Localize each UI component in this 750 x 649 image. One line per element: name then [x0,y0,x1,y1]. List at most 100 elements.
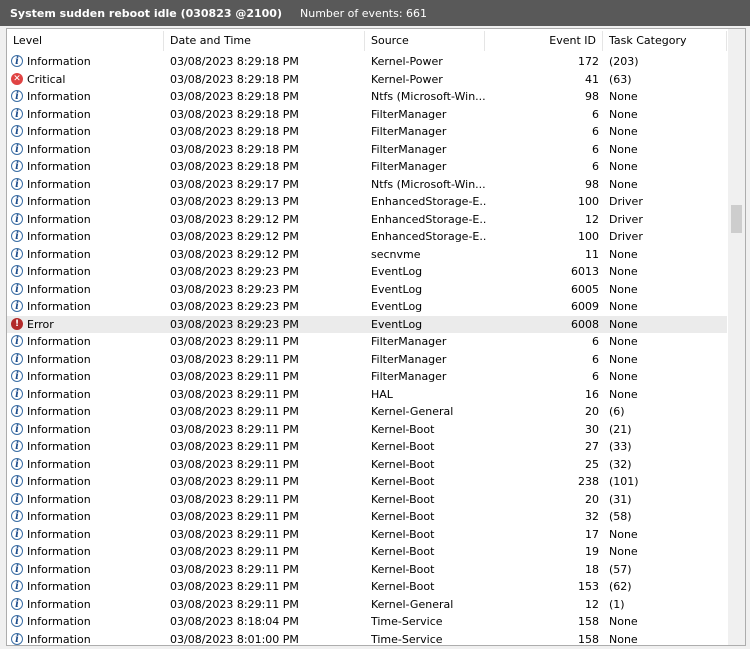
column-header-date[interactable]: Date and Time [164,31,365,51]
information-icon: i [11,580,23,592]
table-row[interactable]: i Information 03/08/2023 8:29:18 PM FilterM… [7,141,727,159]
cell-level: i Information [11,228,161,246]
table-row[interactable]: i Information 03/08/2023 8:29:11 PM Kernel-… [7,456,727,474]
information-icon: i [11,632,23,645]
cell-event-id: 100 [578,230,599,243]
information-icon: i [11,545,23,557]
table-row[interactable]: i Information 03/08/2023 8:29:11 PM Kernel-… [7,491,727,509]
information-icon: i [11,405,23,417]
vertical-scrollbar[interactable] [728,29,745,645]
table-row[interactable]: i Information 03/08/2023 8:29:17 PM Ntfs (M… [7,176,727,194]
column-header-level[interactable]: Level [7,31,164,51]
information-icon: i [11,300,23,312]
cell-level: i Information [11,176,161,194]
table-row[interactable]: i Information 03/08/2023 8:29:11 PM Kernel-… [7,403,727,421]
cell-task-category: None [609,527,638,541]
table-row[interactable]: i Information 03/08/2023 8:01:00 PM Time-Se… [7,631,727,645]
cell-task-category: (62) [609,580,632,593]
cell-date-time: 03/08/2023 8:29:11 PM [170,370,299,383]
cell-event-id: 11 [585,247,599,261]
table-row[interactable]: i Information 03/08/2023 8:29:11 PM FilterM… [7,333,727,351]
scrollbar-thumb[interactable] [731,205,742,233]
level-text: Information [27,422,91,436]
cell-source: FilterManager [371,335,447,348]
table-row[interactable]: i Information 03/08/2023 8:29:23 PM EventLo… [7,281,727,299]
table-row[interactable]: i Information 03/08/2023 8:29:11 PM Kernel-… [7,508,727,526]
table-row[interactable]: i Information 03/08/2023 8:29:18 PM FilterM… [7,158,727,176]
cell-event-id: 25 [585,457,599,471]
level-text: Information [27,142,91,156]
cell-level: i Information [11,123,161,141]
cell-date-time: 03/08/2023 8:18:04 PM [170,615,299,628]
level-text: Information [27,195,91,208]
cell-level: i Information [11,263,161,281]
cell-source: EnhancedStorage-E... [371,195,486,208]
cell-date-time: 03/08/2023 8:29:11 PM [170,457,299,471]
information-icon: i [11,422,23,435]
table-row[interactable]: i Information 03/08/2023 8:29:18 PM Kernel-… [7,53,727,71]
table-row[interactable]: i Information 03/08/2023 8:29:18 PM Ntfs (M… [7,88,727,106]
table-row[interactable]: i Information 03/08/2023 8:29:23 PM EventLo… [7,263,727,281]
cell-date-time: 03/08/2023 8:29:11 PM [170,562,299,576]
cell-event-id: 12 [585,597,599,611]
cell-task-category: None [609,265,638,278]
table-row[interactable]: i Information 03/08/2023 8:29:11 PM FilterM… [7,368,727,386]
table-row[interactable]: i Information 03/08/2023 8:29:11 PM Kernel-… [7,578,727,596]
information-icon: i [11,370,23,382]
table-row[interactable]: i Information 03/08/2023 8:29:11 PM Kernel-… [7,596,727,614]
column-header-source[interactable]: Source [365,31,485,51]
cell-source: Kernel-Boot [371,475,435,488]
table-row[interactable]: i Information 03/08/2023 8:29:12 PM secnvme… [7,246,727,264]
level-text: Information [27,475,91,488]
level-text: Information [27,300,91,313]
information-icon: i [11,615,23,627]
cell-level: i Information [11,596,161,614]
table-row[interactable]: i Information 03/08/2023 8:29:13 PM Enhance… [7,193,727,211]
level-text: Information [27,527,91,541]
level-text: Information [27,160,91,173]
table-row[interactable]: ✕ Critical 03/08/2023 8:29:18 PM Kernel-Pow… [7,71,727,89]
information-icon: i [11,597,23,610]
table-row[interactable]: ! Error 03/08/2023 8:29:23 PM EventLog 6008 N… [7,315,727,333]
table-row[interactable]: i Information 03/08/2023 8:29:11 PM Kernel-… [7,561,727,579]
table-row[interactable]: i Information 03/08/2023 8:29:23 PM EventLo… [7,298,727,316]
cell-task-category: (57) [609,562,632,576]
cell-level: i Information [11,281,161,299]
table-row[interactable]: i Information 03/08/2023 8:29:18 PM FilterM… [7,123,727,141]
table-row[interactable]: i Information 03/08/2023 8:18:04 PM Time-Se… [7,613,727,631]
information-icon: i [11,475,23,487]
cell-task-category: (32) [609,457,632,471]
level-text: Information [27,55,91,68]
cell-source: EventLog [371,300,423,313]
cell-task-category: (21) [609,422,632,436]
table-row[interactable]: i Information 03/08/2023 8:29:11 PM Kernel-… [7,526,727,544]
cell-source: FilterManager [371,370,447,383]
cell-date-time: 03/08/2023 8:29:23 PM [170,300,299,313]
cell-task-category: None [609,387,638,401]
level-text: Information [27,335,91,348]
cell-date-time: 03/08/2023 8:29:11 PM [170,545,299,558]
column-header-event-id[interactable]: Event ID [485,31,603,51]
level-text: Information [27,597,91,611]
cell-task-category: None [609,107,638,121]
table-row[interactable]: i Information 03/08/2023 8:29:11 PM Kernel-… [7,438,727,456]
cell-task-category: None [609,125,638,138]
cell-event-id: 32 [585,510,599,523]
table-row[interactable]: i Information 03/08/2023 8:29:11 PM Kernel-… [7,543,727,561]
information-icon: i [11,125,23,137]
cell-source: secnvme [371,247,421,261]
table-row[interactable]: i Information 03/08/2023 8:29:11 PM FilterM… [7,351,727,369]
column-header-task-category[interactable]: Task Category [603,31,727,51]
cell-date-time: 03/08/2023 8:29:11 PM [170,440,299,453]
cell-task-category: Driver [609,230,643,243]
cell-source: Kernel-Boot [371,510,435,523]
table-row[interactable]: i Information 03/08/2023 8:29:11 PM HAL 16 No… [7,386,727,404]
table-row[interactable]: i Information 03/08/2023 8:29:12 PM Enhance… [7,211,727,229]
table-row[interactable]: i Information 03/08/2023 8:29:18 PM FilterM… [7,106,727,124]
table-row[interactable]: i Information 03/08/2023 8:29:11 PM Kernel-… [7,421,727,439]
table-row[interactable]: i Information 03/08/2023 8:29:12 PM Enhance… [7,228,727,246]
cell-source: Kernel-General [371,405,454,418]
cell-date-time: 03/08/2023 8:29:11 PM [170,597,299,611]
cell-date-time: 03/08/2023 8:29:23 PM [170,317,299,331]
table-row[interactable]: i Information 03/08/2023 8:29:11 PM Kernel-… [7,473,727,491]
